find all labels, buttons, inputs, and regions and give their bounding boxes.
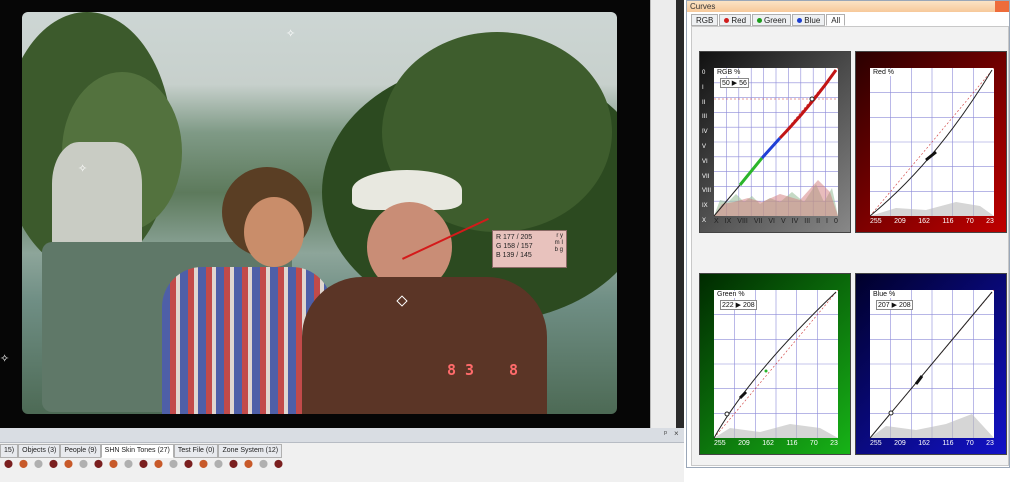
tab-green[interactable]: Green	[752, 14, 792, 26]
sample-point-icon[interactable]: ✧	[286, 27, 295, 40]
tab-zone-system[interactable]: Zone System (12)	[218, 444, 283, 458]
curves-grid: RGB % 50 ▶ 56 0 I II III IV V VI VII VIII IX X X IX…	[691, 26, 1009, 466]
tab-objects[interactable]: Objects (3)	[18, 444, 61, 458]
blue-ticks: 255 209 162 116 70 23	[870, 440, 994, 447]
curves-panel: Curves RGB Red Green Blue All RGB % 50 ▶…	[686, 0, 1010, 468]
swatch-pin-icon[interactable]: ⬤	[79, 459, 88, 468]
green-ticks: 255 209 162 116 70 23	[714, 440, 838, 447]
swatch-pin-icon[interactable]: ⬤	[169, 459, 178, 468]
swatch-pin-icon[interactable]: ⬤	[274, 459, 283, 468]
curves-panel-title: Curves	[687, 1, 1009, 12]
sample-point-icon[interactable]: ✧	[0, 352, 9, 365]
swatch-pin-icon[interactable]: ⬤	[64, 459, 73, 468]
rgb-zone-ticks-x: X IX VIII VII VI V IV III II I 0	[714, 218, 838, 225]
swatch-pin-icon[interactable]: ⬤	[4, 459, 13, 468]
rgb-zone-ticks-y: 0 I II III IV V VI VII VIII IX X	[702, 70, 712, 224]
red-chart-label: Red %	[872, 69, 896, 76]
red-curve-chart[interactable]: Red % 255 209 162 116 70 23	[855, 51, 1007, 233]
swatch-pin-icon[interactable]: ⬤	[154, 459, 163, 468]
swatch-pin-icon[interactable]: ⬤	[109, 459, 118, 468]
tab-red[interactable]: Red	[719, 14, 752, 26]
green-chart-label: Green %	[716, 291, 746, 298]
man-shirt	[302, 277, 547, 414]
swatch-pin-icon[interactable]: ⬤	[259, 459, 268, 468]
swatch-pin-icon[interactable]: ⬤	[124, 459, 133, 468]
overlay-digits-left: 8 3	[447, 361, 475, 379]
blue-curve-chart[interactable]: Blue % 207 ▶ 208 255 209 162 116 70 23	[855, 273, 1007, 455]
green-readout: 222 ▶ 208	[720, 300, 757, 310]
rgb-chart-label: RGB %	[716, 69, 742, 76]
tab-all[interactable]: All	[826, 14, 846, 26]
woman-face	[244, 197, 304, 267]
image-canvas[interactable]: 8 3 8 ✧ ✧ ✧ R 177 / 205 G 158 / 157 B 13…	[0, 0, 650, 428]
tab-people[interactable]: People (9)	[60, 444, 101, 458]
swatch-strip: ⬤ ⬤ ⬤ ⬤ ⬤ ⬤ ⬤ ⬤ ⬤ ⬤ ⬤ ⬤ ⬤ ⬤ ⬤ ⬤ ⬤ ⬤ ⬤	[0, 459, 334, 470]
swatch-pin-icon[interactable]: ⬤	[199, 459, 208, 468]
sampler-codes: r y m I b g	[554, 233, 563, 253]
blue-dot-icon	[797, 17, 803, 23]
swatch-pin-icon[interactable]: ⬤	[229, 459, 238, 468]
swatch-pin-icon[interactable]: ⬤	[184, 459, 193, 468]
sample-point-icon[interactable]: ✧	[78, 162, 87, 175]
swatch-pin-icon[interactable]: ⬤	[34, 459, 43, 468]
dock-separator	[676, 0, 684, 482]
color-sampler-readout[interactable]: R 177 / 205 G 158 / 157 B 139 / 145 r y …	[492, 230, 567, 268]
bottom-panel-header	[0, 428, 684, 443]
blue-chart-label: Blue %	[872, 291, 897, 298]
swatch-pin-icon[interactable]: ⬤	[244, 459, 253, 468]
blue-readout: 207 ▶ 208	[876, 300, 913, 310]
red-dot-icon	[724, 17, 730, 23]
tab-collection[interactable]: 15)	[0, 444, 19, 458]
collection-tabs: 15) Objects (3) People (9) SHN Skin Tone…	[0, 444, 283, 458]
overlay-digits-right: 8	[509, 361, 519, 379]
rgb-curve-chart[interactable]: RGB % 50 ▶ 56 0 I II III IV V VI VII VIII IX X X IX…	[699, 51, 851, 233]
green-dot-icon	[757, 17, 763, 23]
pin-icon[interactable]: ᵖ	[664, 429, 667, 438]
curves-tab-strip: RGB Red Green Blue All	[691, 14, 846, 26]
tab-rgb[interactable]: RGB	[691, 14, 719, 26]
tab-shn-skin-tones[interactable]: SHN Skin Tones (27)	[100, 444, 174, 458]
swatch-pin-icon[interactable]: ⬤	[139, 459, 148, 468]
close-button[interactable]	[995, 1, 1009, 12]
swatch-pin-icon[interactable]: ⬤	[94, 459, 103, 468]
red-ticks: 255 209 162 116 70 23	[870, 218, 994, 225]
green-curve-chart[interactable]: Green % 222 ▶ 208 255 209 162 116 70 23	[699, 273, 851, 455]
tab-blue[interactable]: Blue	[792, 14, 826, 26]
red-curve-svg	[869, 67, 995, 217]
swatch-pin-icon[interactable]: ⬤	[214, 459, 223, 468]
tab-test-file[interactable]: Test File (0)	[173, 444, 219, 458]
swatch-pin-icon[interactable]: ⬤	[49, 459, 58, 468]
rgb-readout: 50 ▶ 56	[720, 78, 749, 88]
swatch-pin-icon[interactable]: ⬤	[19, 459, 28, 468]
photo[interactable]: 8 3 8	[22, 12, 617, 414]
close-icon[interactable]: ×	[674, 429, 679, 438]
